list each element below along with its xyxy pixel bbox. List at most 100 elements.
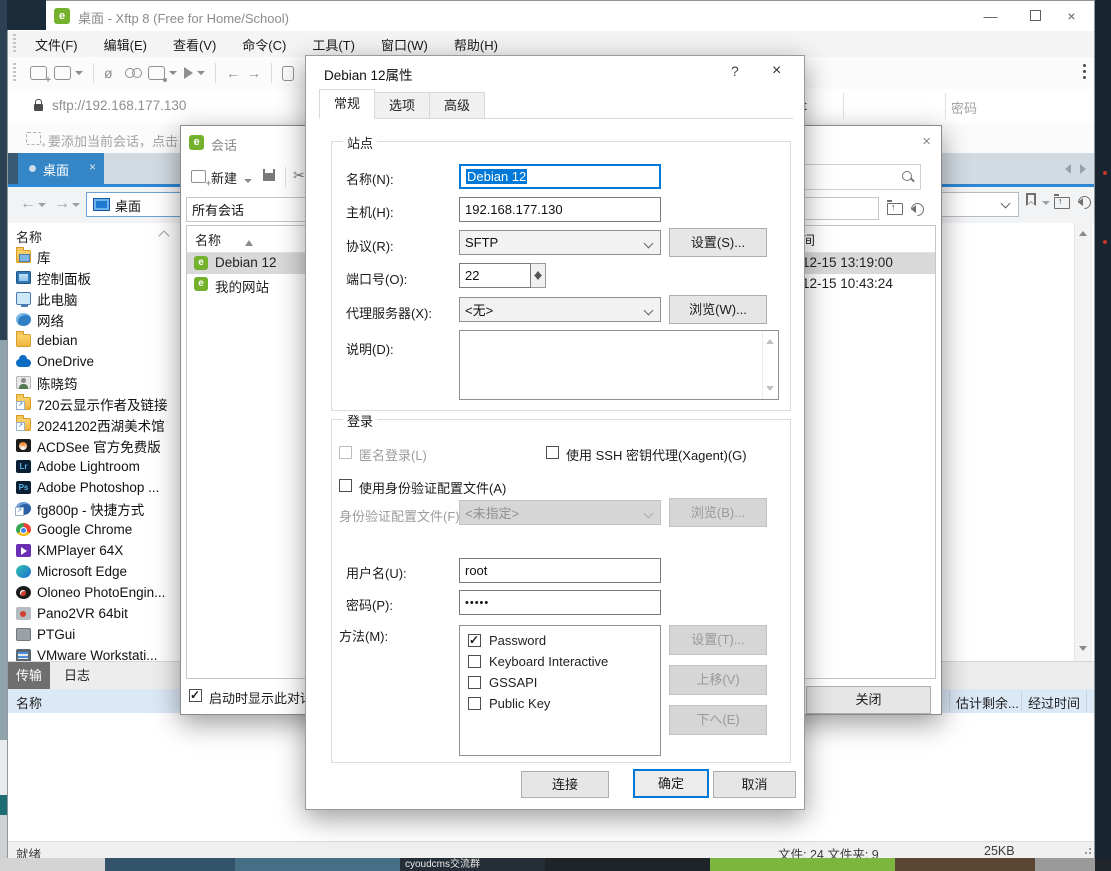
address-url[interactable]: sftp://192.168.177.130 (52, 98, 186, 113)
scroll-up-icon[interactable] (766, 335, 774, 344)
minimize-button[interactable]: — (968, 1, 1013, 31)
username-input[interactable]: root (459, 558, 661, 583)
ssh-agent-checkbox[interactable] (546, 446, 559, 459)
add-session-icon[interactable] (26, 132, 41, 145)
session-properties-icon[interactable] (148, 66, 165, 80)
transfer-name-header[interactable]: 名称 (16, 693, 42, 712)
session-path-field[interactable] (794, 197, 879, 220)
disconnect-icon[interactable]: ø (104, 67, 118, 79)
proxy-browse-button[interactable]: 浏览(W)... (669, 295, 767, 324)
tab-scroll-right-icon[interactable] (1080, 164, 1091, 174)
port-input[interactable]: 22 (459, 263, 531, 288)
menu-item[interactable]: 查看(V) (160, 35, 229, 54)
session-close-button[interactable]: 关闭 (806, 686, 931, 714)
refresh-icon[interactable] (1075, 193, 1093, 211)
cancel-button[interactable]: 取消 (713, 771, 796, 798)
connect-button[interactable]: 连接 (521, 771, 609, 798)
name-column-header[interactable]: 名称 (16, 227, 42, 246)
nav-back-dropdown-icon[interactable] (38, 203, 46, 211)
menu-item[interactable]: 编辑(E) (91, 35, 160, 54)
auth-method-row[interactable]: GSSAPI (460, 673, 660, 694)
tab-options[interactable]: 选项 (374, 92, 430, 119)
port-spinner[interactable] (531, 263, 546, 288)
properties-dropdown-icon[interactable] (169, 71, 177, 79)
bookmark-dropdown-icon[interactable] (1042, 201, 1050, 209)
tab-general[interactable]: 常规 (319, 89, 375, 119)
folder-up-icon[interactable] (1054, 197, 1070, 209)
menubar-grip[interactable] (13, 34, 16, 54)
password-input[interactable]: ••••• (459, 590, 661, 615)
auth-method-row[interactable]: Public Key (460, 694, 660, 715)
tab-desktop[interactable]: 桌面 × (18, 153, 104, 184)
menu-item[interactable]: 窗口(W) (368, 35, 441, 54)
resize-grip[interactable] (1082, 847, 1091, 856)
spin-down-icon[interactable] (534, 275, 542, 284)
checkbox-icon[interactable] (468, 634, 481, 647)
transfer-elapsed-header[interactable]: 经过时间 (1028, 693, 1080, 712)
refresh-icon[interactable] (908, 200, 926, 218)
collapse-chevron-icon[interactable] (158, 230, 169, 241)
tab-transfer[interactable]: 传输 (8, 662, 50, 690)
remote-scrollbar[interactable] (1074, 223, 1092, 661)
password-field[interactable]: 密码 (951, 98, 977, 117)
name-input[interactable]: Debian 12 (459, 164, 661, 189)
menu-item[interactable]: 命令(C) (229, 35, 299, 54)
description-textarea[interactable] (459, 330, 779, 400)
save-icon[interactable] (263, 169, 275, 181)
title-bar[interactable]: e 桌面 - Xftp 8 (Free for Home/School) — × (8, 1, 1094, 31)
auth-method-list[interactable]: PasswordKeyboard InteractiveGSSAPIPublic… (459, 625, 661, 756)
checkbox-icon[interactable] (468, 676, 481, 689)
scroll-down-icon[interactable] (766, 386, 774, 395)
auth-profile-checkbox[interactable] (339, 479, 352, 492)
layout-pane-icon[interactable] (282, 66, 294, 81)
open-dropdown-icon[interactable] (75, 71, 83, 79)
tab-scroll-left-icon[interactable] (1060, 164, 1071, 174)
run-icon[interactable] (184, 67, 193, 79)
tab-advanced[interactable]: 高级 (429, 92, 485, 119)
session-name-header[interactable]: 名称 (195, 230, 221, 249)
oloneo-icon (16, 586, 31, 599)
nav-back-icon[interactable]: ← (20, 195, 36, 213)
protocol-combo[interactable]: SFTP (459, 230, 661, 255)
host-input[interactable]: 192.168.177.130 (459, 197, 661, 222)
open-session-icon[interactable] (54, 66, 71, 80)
scroll-down-icon[interactable] (1079, 646, 1087, 655)
help-icon[interactable]: ? (731, 63, 739, 79)
tab-log[interactable]: 日志 (56, 662, 98, 690)
scroll-up-icon[interactable] (1079, 227, 1087, 236)
protocol-settings-button[interactable]: 设置(S)... (669, 228, 767, 257)
proxy-combo[interactable]: <无> (459, 297, 661, 322)
nav-forward-icon[interactable]: → (54, 195, 70, 213)
desktop: e 桌面 - Xftp 8 (Free for Home/School) — ×… (0, 0, 1111, 871)
session-dialog-close-icon[interactable]: × (922, 133, 931, 150)
folder-up-icon[interactable] (887, 203, 903, 215)
show-at-startup-checkbox[interactable] (189, 689, 202, 702)
menu-item[interactable]: 工具(T) (299, 35, 368, 54)
menu-item[interactable]: 帮助(H) (441, 35, 511, 54)
new-session-icon[interactable] (30, 66, 47, 80)
new-dropdown-icon[interactable] (244, 179, 252, 187)
tab-close-icon[interactable]: × (89, 160, 96, 174)
new-session-button[interactable]: 新建 (211, 168, 237, 187)
nav-forward-dropdown-icon[interactable] (72, 203, 80, 211)
run-dropdown-icon[interactable] (197, 71, 205, 79)
ok-button[interactable]: 确定 (633, 769, 709, 798)
checkbox-icon[interactable] (468, 697, 481, 710)
forward-icon[interactable]: → (247, 67, 261, 79)
textarea-scrollbar[interactable] (762, 331, 778, 399)
new-session-icon[interactable] (191, 170, 206, 183)
auth-method-row[interactable]: Password (460, 631, 660, 652)
close-button[interactable]: × (1049, 1, 1094, 31)
transfer-remaining-header[interactable]: 估计剩余... (956, 693, 1019, 712)
menu-item[interactable]: 文件(F) (22, 35, 91, 54)
properties-close-icon[interactable]: × (772, 62, 781, 80)
field-separator (843, 93, 844, 119)
back-icon[interactable]: ← (226, 67, 240, 79)
reconnect-icon[interactable] (125, 68, 141, 78)
toolbar-overflow-icon[interactable] (1083, 64, 1086, 79)
auth-method-row[interactable]: Keyboard Interactive (460, 652, 660, 673)
cut-icon[interactable]: ✂ (293, 167, 305, 184)
toolbar-grip[interactable] (13, 63, 16, 83)
bookmark-icon[interactable] (1026, 193, 1036, 206)
checkbox-icon[interactable] (468, 655, 481, 668)
